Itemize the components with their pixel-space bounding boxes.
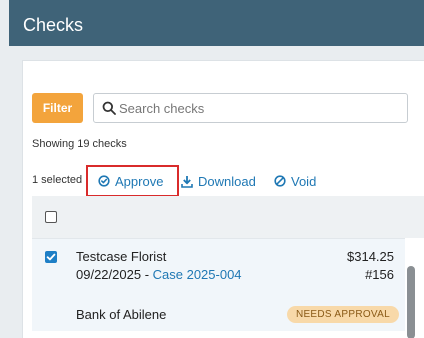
checkmark-icon: [46, 253, 56, 261]
checks-panel: Filter Showing 19 checks 1 selected Appr…: [22, 60, 424, 338]
date-case-separator: -: [141, 267, 153, 282]
approve-label: Approve: [115, 173, 164, 189]
approve-button[interactable]: Approve: [86, 165, 179, 197]
check-number: #156: [365, 267, 394, 282]
filter-button[interactable]: Filter: [32, 93, 83, 123]
page-title: Checks: [23, 15, 84, 35]
download-label: Download: [198, 173, 256, 189]
check-date-line: 09/22/2025 - Case 2025-004: [76, 267, 242, 282]
selected-count: 1 selected: [32, 174, 83, 186]
page-header: Checks: [9, 0, 424, 46]
status-badge: NEEDS APPROVAL: [286, 306, 399, 323]
search-box[interactable]: [93, 93, 408, 123]
row-checkbox[interactable]: [45, 251, 57, 263]
bank-name: Bank of Abilene: [76, 307, 167, 322]
table-header: [32, 196, 424, 238]
check-date: 09/22/2025: [76, 267, 142, 282]
table-row[interactable]: Testcase Florist 09/22/2025 - Case 2025-…: [32, 238, 405, 331]
scrollbar-thumb[interactable]: [407, 266, 415, 338]
ban-icon: [274, 175, 286, 187]
search-icon: [102, 101, 116, 115]
search-input[interactable]: [119, 98, 399, 118]
download-icon: [181, 175, 193, 188]
void-label: Void: [291, 173, 317, 189]
select-all-checkbox[interactable]: [45, 211, 57, 223]
download-button[interactable]: Download: [181, 165, 256, 197]
check-amount: $314.25: [347, 249, 394, 264]
payee-name: Testcase Florist: [76, 249, 167, 264]
void-button[interactable]: Void: [274, 165, 316, 197]
case-link[interactable]: Case 2025-004: [153, 267, 242, 282]
showing-count: Showing 19 checks: [32, 138, 127, 150]
check-circle-icon: [98, 175, 110, 187]
